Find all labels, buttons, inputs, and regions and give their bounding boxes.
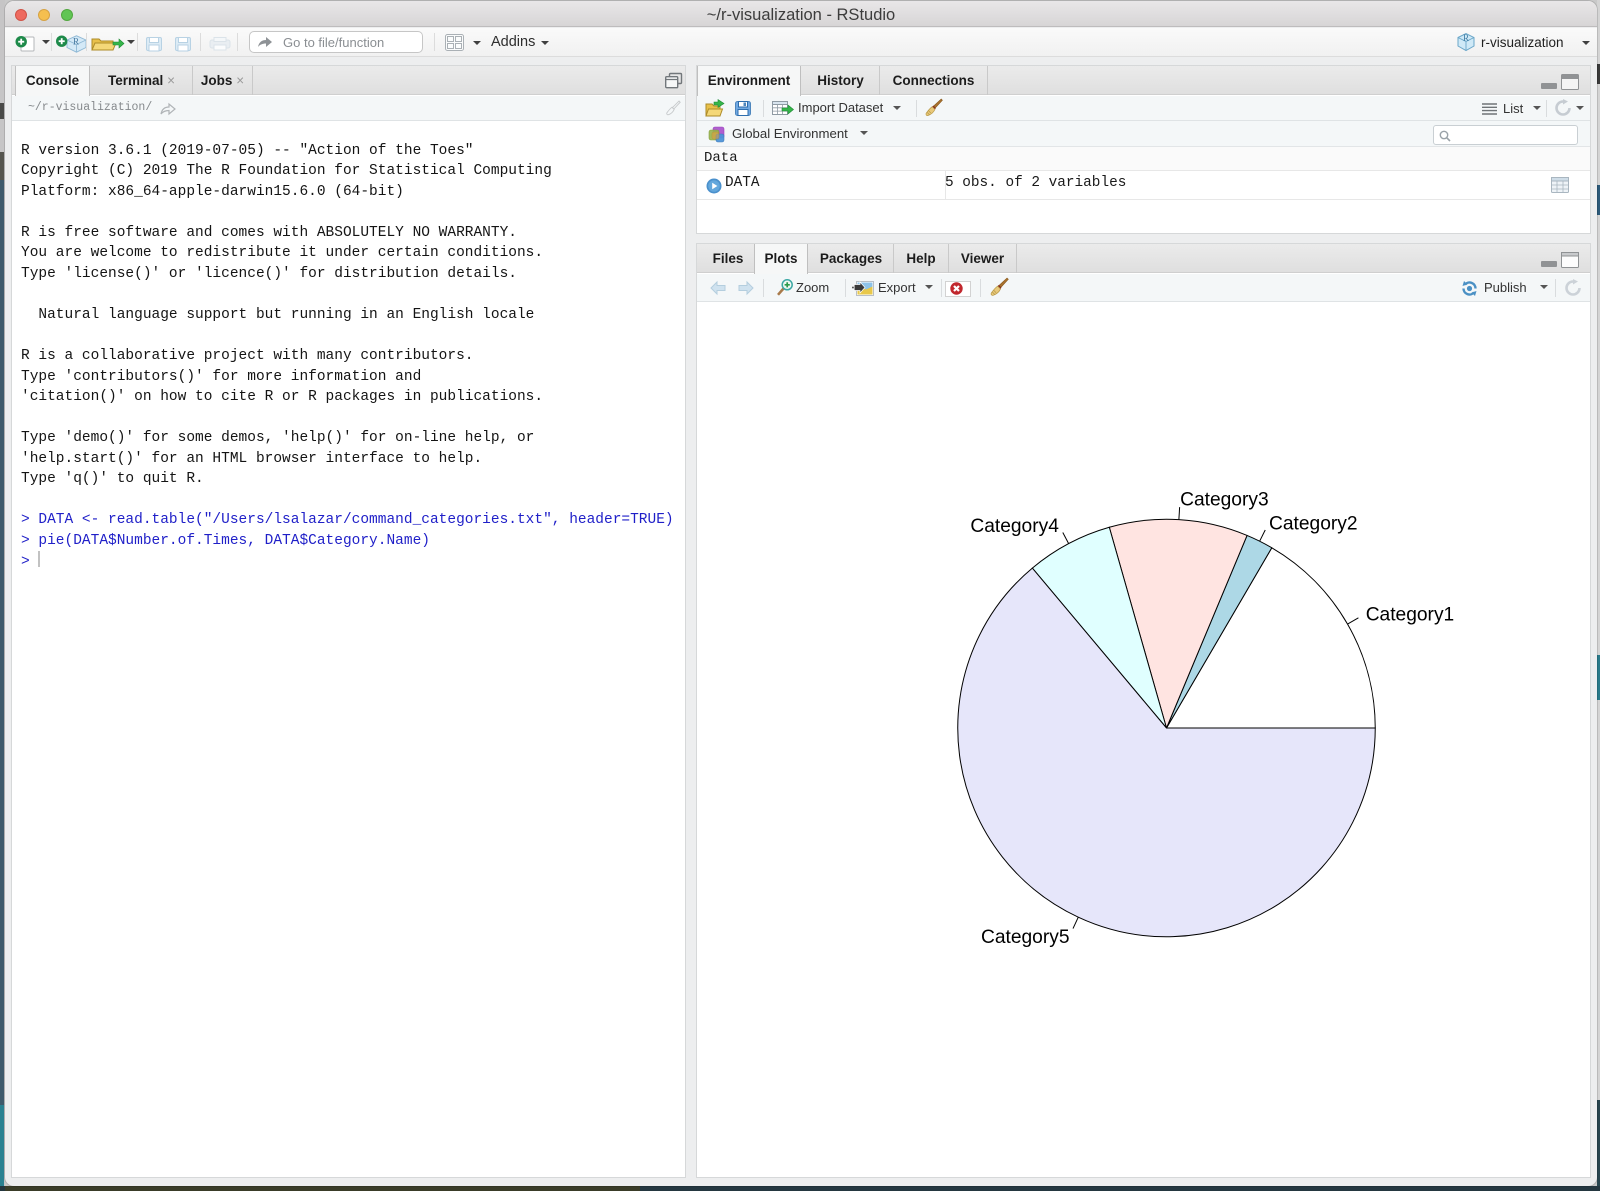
svg-text:Category1: Category1 <box>1366 605 1455 626</box>
svg-text:R: R <box>73 37 79 47</box>
svg-text:R: R <box>1463 33 1469 43</box>
svg-text:Category5: Category5 <box>981 927 1070 948</box>
svg-text:Category4: Category4 <box>970 516 1059 537</box>
svg-text:Category2: Category2 <box>1269 513 1358 534</box>
svg-text:Category3: Category3 <box>1180 490 1269 511</box>
